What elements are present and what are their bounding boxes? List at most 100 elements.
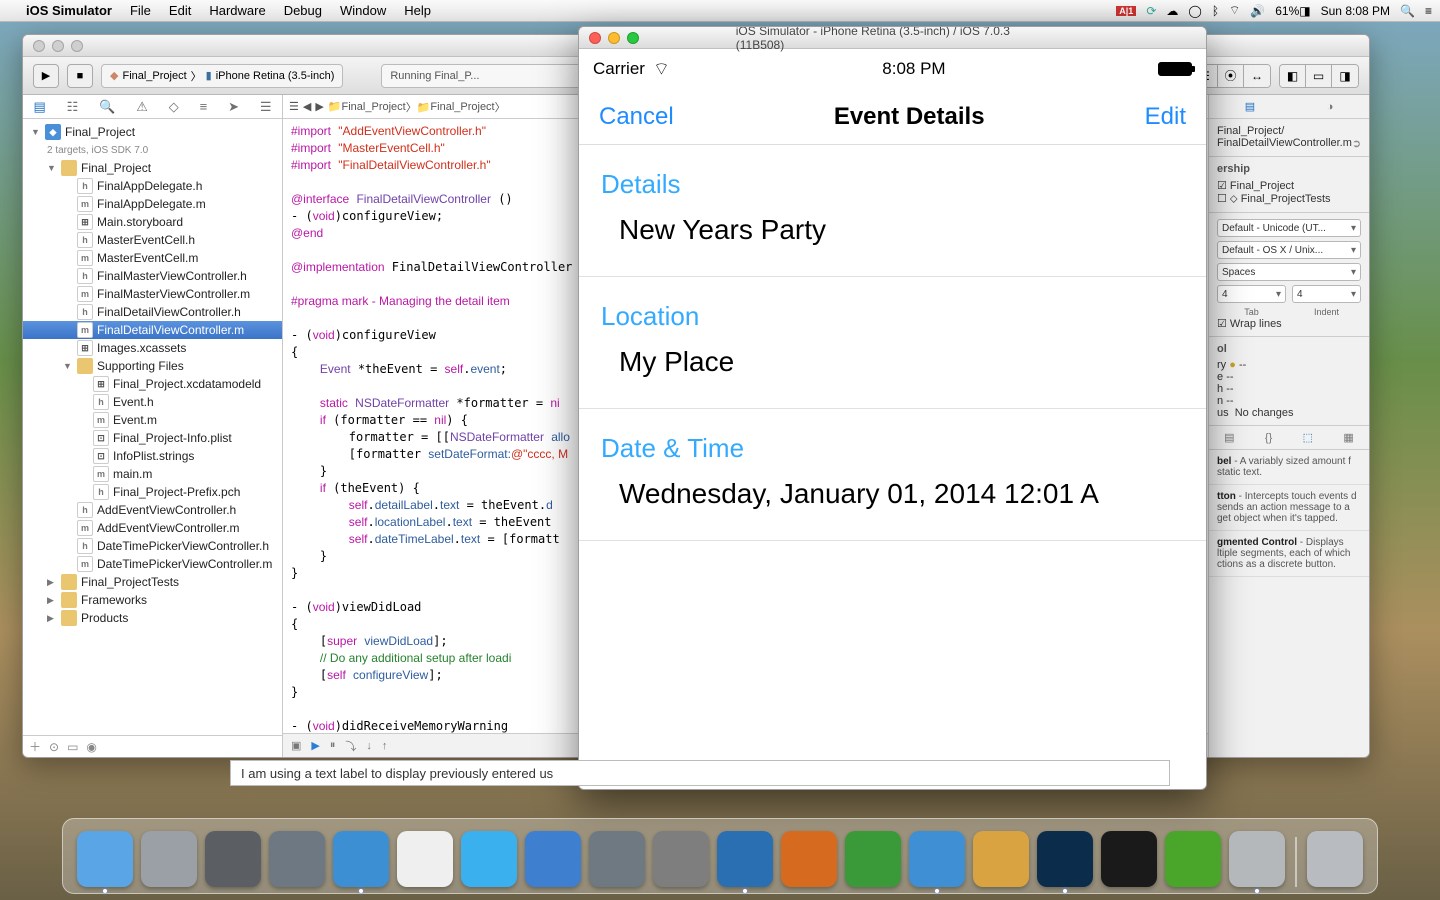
issue-nav-icon[interactable]: ⚠ — [136, 99, 148, 115]
simulator-titlebar[interactable]: iOS Simulator - iPhone Retina (3.5-inch)… — [579, 27, 1206, 49]
find-nav-icon[interactable]: 🔍 — [99, 99, 115, 115]
file-row[interactable]: hFinalMasterViewController.h — [23, 267, 282, 285]
menu-hardware[interactable]: Hardware — [209, 3, 265, 18]
media-lib-icon[interactable]: ▦ — [1343, 431, 1353, 444]
folder-row[interactable]: ▶Frameworks — [23, 591, 282, 609]
file-row[interactable]: mMasterEventCell.m — [23, 249, 282, 267]
folder-row[interactable]: ▼Supporting Files — [23, 357, 282, 375]
library-item[interactable]: gmented Control - Displays ltiple segmen… — [1209, 531, 1369, 577]
dock-trash[interactable] — [1307, 831, 1363, 887]
circle-icon[interactable]: ◯ — [1188, 4, 1201, 18]
test-nav-icon[interactable]: ◇ — [169, 99, 179, 115]
menu-debug[interactable]: Debug — [284, 3, 322, 18]
step-over-icon[interactable]: ⤵ — [345, 738, 356, 754]
file-inspector-icon[interactable]: ▤ — [1245, 100, 1255, 113]
debug-nav-icon[interactable]: ≡ — [200, 99, 208, 114]
file-row[interactable]: hDateTimePickerViewController.h — [23, 537, 282, 555]
dock-photoshop[interactable] — [1037, 831, 1093, 887]
minimize-button[interactable] — [52, 40, 64, 52]
bp-nav-icon[interactable]: ➤ — [228, 99, 239, 115]
dock-xcode[interactable] — [909, 831, 965, 887]
dock-safari[interactable] — [333, 831, 389, 887]
library-item[interactable]: tton - Intercepts touch events d sends a… — [1209, 485, 1369, 531]
dock-finder[interactable] — [77, 831, 133, 887]
close-button[interactable] — [589, 32, 601, 44]
line-endings-select[interactable]: Default - OS X / Unix...▾ — [1217, 241, 1361, 259]
dock-itunes[interactable] — [525, 831, 581, 887]
dock-calendar[interactable] — [397, 831, 453, 887]
membership-row[interactable]: ☑ Final_Project — [1217, 179, 1361, 192]
file-row[interactable]: mAddEventViewController.m — [23, 519, 282, 537]
hide-debug-icon[interactable]: ▣ — [291, 739, 301, 752]
inspector-tabs[interactable]: ▤◑ — [1209, 95, 1369, 119]
cloud-icon[interactable]: ☁ — [1166, 4, 1178, 18]
continue-icon[interactable]: ▶ — [311, 739, 319, 752]
back-button[interactable]: ◀ — [303, 100, 311, 113]
volume-icon[interactable]: 🔊 — [1250, 4, 1265, 18]
file-row[interactable]: ⊡InfoPlist.strings — [23, 447, 282, 465]
dock-utorrent[interactable] — [1165, 831, 1221, 887]
text-encoding-select[interactable]: Default - Unicode (UT...▾ — [1217, 219, 1361, 237]
menu-window[interactable]: Window — [340, 3, 386, 18]
folder-row[interactable]: ▼Final_Project — [23, 159, 282, 177]
file-lib-icon[interactable]: ▤ — [1224, 431, 1234, 444]
project-root[interactable]: ▼◆Final_Project — [23, 123, 282, 141]
wifi-icon[interactable]: ⌔ — [1229, 3, 1240, 18]
dock-appstore2[interactable] — [589, 831, 645, 887]
navigator-footer[interactable]: ＋⊙▭◉ — [23, 735, 282, 757]
membership-row[interactable]: ☐ ⬦ Final_ProjectTests — [1217, 192, 1361, 206]
tab-width[interactable]: 4▾ — [1217, 285, 1286, 303]
library-item[interactable]: bel - A variably sized amount f static t… — [1209, 450, 1369, 485]
app-menu[interactable]: iOS Simulator — [26, 3, 112, 18]
run-button[interactable]: ▶ — [33, 64, 59, 88]
file-row[interactable]: ⊞Final_Project.xcdatamodeld — [23, 375, 282, 393]
file-row[interactable]: mFinalDetailViewController.m — [23, 321, 282, 339]
dock[interactable] — [62, 818, 1378, 894]
object-lib-icon[interactable]: ⬚ — [1303, 431, 1313, 444]
dock-appstore[interactable] — [269, 831, 325, 887]
wrap-lines-checkbox[interactable]: ☑ Wrap lines — [1217, 317, 1361, 330]
file-row[interactable]: mEvent.m — [23, 411, 282, 429]
tableview[interactable]: DetailsNew Years PartyLocationMy PlaceDa… — [579, 145, 1206, 789]
fwd-button[interactable]: ▶ — [315, 100, 323, 113]
spotlight-icon[interactable]: 🔍 — [1400, 4, 1415, 18]
adobe-icon[interactable]: A|1 — [1116, 6, 1136, 16]
zoom-button[interactable] — [71, 40, 83, 52]
sync-icon[interactable]: ⟳ — [1146, 4, 1156, 18]
file-row[interactable]: ⊞Images.xcassets — [23, 339, 282, 357]
menu-file[interactable]: File — [130, 3, 151, 18]
scheme-selector[interactable]: ◆Final_Project 〉 ▮iPhone Retina (3.5-inc… — [101, 64, 343, 88]
related-icon[interactable]: ☰ — [289, 100, 299, 113]
indent-width[interactable]: 4▾ — [1292, 285, 1361, 303]
bluetooth-icon[interactable]: ᛒ — [1212, 4, 1219, 18]
folder-row[interactable]: ▶Products — [23, 609, 282, 627]
project-tree[interactable]: ▼◆Final_Project2 targets, iOS SDK 7.0▼Fi… — [23, 119, 282, 735]
dock-sysprefs[interactable] — [653, 831, 709, 887]
dock-messages[interactable] — [461, 831, 517, 887]
view-segmented[interactable]: ◧▭◨ — [1279, 64, 1359, 88]
edit-button[interactable]: Edit — [1145, 103, 1186, 131]
file-row[interactable]: mmain.m — [23, 465, 282, 483]
log-nav-icon[interactable]: ☰ — [260, 99, 272, 115]
battery-status[interactable]: 61% ◨ — [1275, 4, 1310, 18]
file-row[interactable]: hFinalDetailViewController.h — [23, 303, 282, 321]
pause-icon[interactable]: ⏸ — [330, 739, 336, 752]
file-row[interactable]: mFinalAppDelegate.m — [23, 195, 282, 213]
dock-imovie[interactable] — [1101, 831, 1157, 887]
cancel-button[interactable]: Cancel — [599, 103, 674, 131]
file-row[interactable]: mFinalMasterViewController.m — [23, 285, 282, 303]
file-row[interactable]: mDateTimePickerViewController.m — [23, 555, 282, 573]
project-navigator-icon[interactable]: ▤ — [33, 99, 45, 115]
file-row[interactable]: hAddEventViewController.h — [23, 501, 282, 519]
object-library[interactable]: bel - A variably sized amount f static t… — [1209, 450, 1369, 757]
clock[interactable]: Sun 8:08 PM — [1321, 4, 1390, 18]
dock-launchpad[interactable] — [141, 831, 197, 887]
zoom-button[interactable] — [627, 32, 639, 44]
indent-using-select[interactable]: Spaces▾ — [1217, 263, 1361, 281]
dock-word[interactable] — [717, 831, 773, 887]
dock-mission[interactable] — [205, 831, 261, 887]
step-out-icon[interactable]: ↑ — [382, 740, 388, 752]
dock-powerpoint[interactable] — [781, 831, 837, 887]
stop-button[interactable]: ■ — [67, 64, 93, 88]
dock-notes[interactable] — [973, 831, 1029, 887]
